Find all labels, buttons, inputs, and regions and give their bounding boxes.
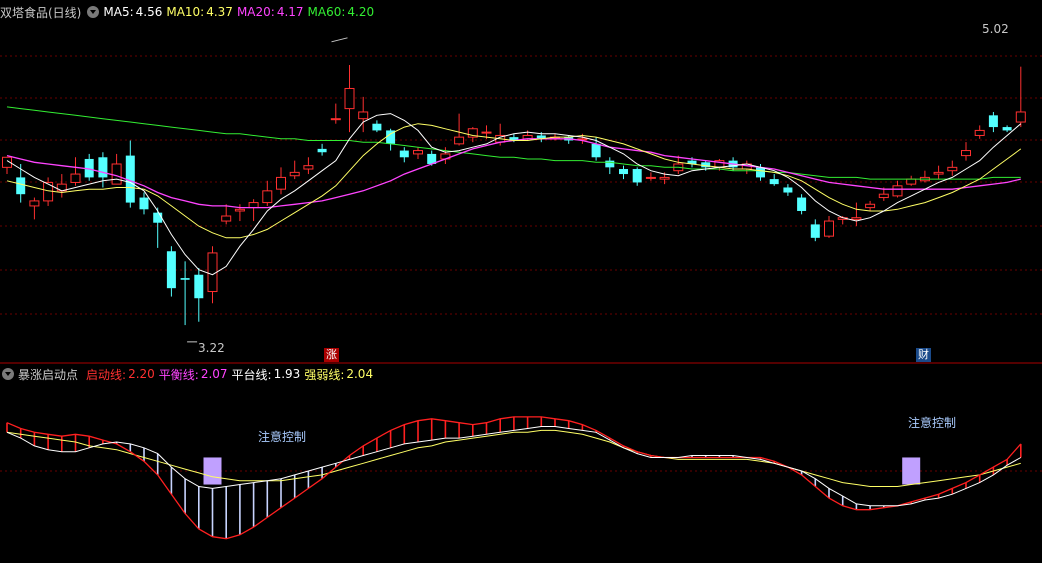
candle-body: [234, 208, 245, 212]
candle-body: [645, 176, 656, 179]
balance-line: [6, 426, 1022, 507]
chart-canvas: [0, 37, 1042, 540]
candle-body: [139, 197, 149, 210]
candle-body: [632, 169, 642, 183]
ma5-value: 4.56: [135, 5, 163, 19]
candle-body: [29, 200, 40, 207]
candle-body: [797, 197, 807, 211]
high-price-label: 5.02: [982, 22, 1009, 36]
line3-value: 1.93: [273, 367, 301, 381]
candle-body: [756, 167, 765, 178]
low-price-label: 3.22: [198, 341, 225, 355]
ma20-value: 4.17: [276, 5, 304, 19]
chart-stage: 双塔食品(日线) MA5: 4.56 MA10: 4.37 MA20: 4.17…: [0, 0, 1042, 559]
signal-label-left: 注意控制: [258, 430, 307, 444]
candle-body: [659, 176, 670, 180]
candle-body: [591, 143, 601, 158]
candle-body: [399, 150, 409, 158]
candle-body: [262, 190, 273, 204]
ma60-value: 4.20: [347, 5, 375, 19]
candle-body: [605, 160, 615, 168]
candle-body: [783, 187, 793, 193]
candle-body: [481, 131, 492, 134]
candle-body: [810, 224, 820, 238]
candle-body: [933, 171, 944, 175]
candle-body: [961, 150, 971, 157]
candle-body: [276, 176, 286, 190]
candle-body: [317, 148, 327, 153]
candle-body: [851, 217, 862, 220]
dropdown-icon[interactable]: [87, 6, 100, 18]
signal-label-right: 注意控制: [908, 416, 957, 430]
ma5-label: MA5:: [103, 5, 134, 19]
candle-body: [180, 278, 190, 280]
candle-body: [769, 179, 779, 185]
zhang-tag[interactable]: 涨: [324, 348, 339, 362]
candle-body: [413, 150, 423, 155]
high-arrow: [331, 37, 348, 43]
ma20-label: MA20:: [236, 5, 275, 19]
line2-label: 平衡线:: [158, 367, 199, 382]
candle-body: [619, 169, 628, 175]
candle-body: [372, 123, 382, 131]
candle-body: [153, 212, 163, 223]
line3-label: 平台线:: [231, 367, 272, 382]
candle-body: [111, 163, 122, 185]
candle-body: [1002, 127, 1012, 131]
indicator-title: 暴涨启动点: [18, 367, 79, 382]
candle-body: [303, 165, 314, 170]
candle-body: [878, 193, 889, 199]
stock-title: 双塔食品(日线): [0, 5, 82, 20]
sub-header: 暴涨启动点 启动线: 2.20 平衡线: 2.07 平台线: 1.93 强弱线:…: [0, 364, 377, 384]
ma60-label: MA60:: [307, 5, 346, 19]
ma60-line: [6, 106, 1021, 180]
candle-body: [824, 220, 834, 237]
ma10-value: 4.37: [206, 5, 233, 19]
candle-body: [344, 87, 355, 110]
line2-value: 2.07: [200, 367, 228, 381]
candle-body: [454, 136, 465, 145]
line1-value: 2.20: [128, 367, 155, 381]
candle-body: [947, 166, 958, 172]
candle-body: [974, 129, 985, 136]
candle-body: [289, 171, 300, 177]
ma10-label: MA10:: [166, 5, 205, 19]
cai-tag[interactable]: 财: [916, 348, 931, 362]
candle-body: [358, 111, 369, 120]
candle-body: [70, 173, 81, 183]
candle-body: [248, 202, 259, 209]
start-line: [6, 416, 1022, 540]
platform-line: [6, 429, 1021, 487]
candle-body: [865, 203, 876, 209]
candle-body: [330, 118, 341, 121]
candle-body: [194, 274, 204, 299]
candle-body: [221, 215, 232, 222]
candle-body: [166, 251, 176, 289]
candle-body: [16, 177, 26, 195]
candle-body: [98, 157, 108, 178]
line4-value: 2.04: [346, 367, 374, 381]
line4-label: 强弱线:: [304, 367, 345, 382]
candle-body: [892, 185, 903, 197]
dropdown-icon[interactable]: [2, 368, 14, 380]
signal-bar: [902, 457, 921, 485]
main-header: 双塔食品(日线) MA5: 4.56 MA10: 4.37 MA20: 4.17…: [0, 2, 378, 22]
signal-bar: [203, 457, 222, 485]
candle-body: [1015, 111, 1026, 123]
line1-label: 启动线:: [86, 367, 127, 382]
candle-body: [906, 178, 917, 185]
candle-body: [988, 115, 998, 128]
